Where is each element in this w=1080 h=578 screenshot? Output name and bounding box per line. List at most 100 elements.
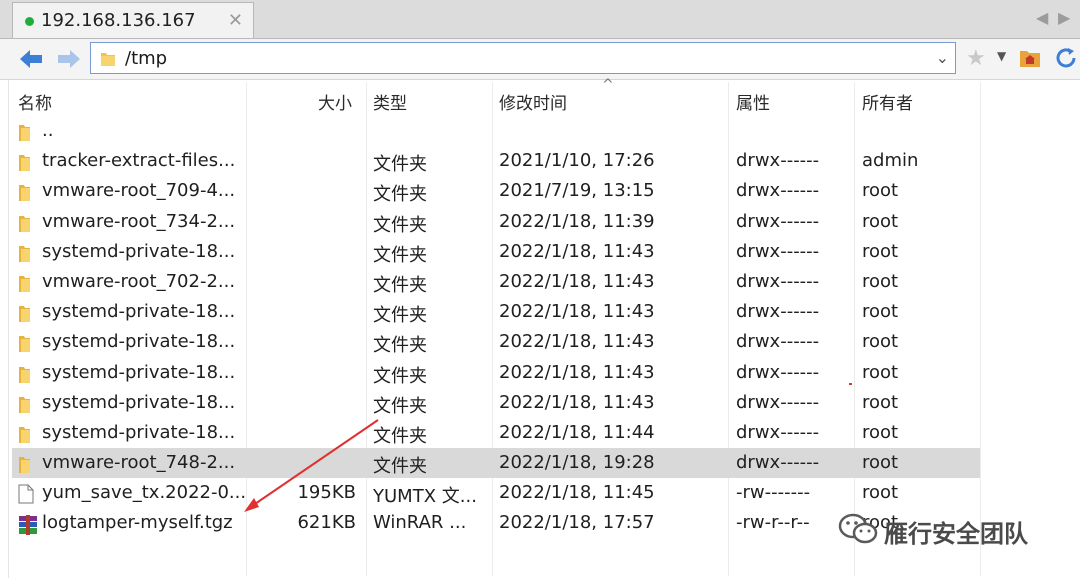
back-button[interactable] [16,44,46,74]
home-folder-button[interactable] [1018,46,1042,74]
file-row[interactable]: vmware-root_734-2... 文件夹 2022/1/18, 11:3… [12,207,980,237]
file-list: .. tracker-extract-files... 文件夹 2021/1/1… [12,116,980,539]
folder-icon [18,182,34,207]
file-row[interactable]: vmware-root_748-2... 文件夹 2022/1/18, 19:2… [12,448,980,479]
column-header-owner[interactable]: 所有者 [862,89,913,114]
folder-icon [18,394,34,419]
refresh-button[interactable] [1054,46,1078,74]
file-row[interactable]: .. [12,116,980,146]
file-attributes: drwx------ [736,361,820,383]
forward-button[interactable] [54,44,84,74]
file-modified: 2022/1/18, 11:43 [499,331,655,353]
file-modified: 2022/1/18, 11:39 [499,210,655,232]
file-attributes: drwx------ [736,301,820,323]
file-row[interactable]: vmware-root_709-4... 文件夹 2021/7/19, 13:1… [12,176,980,206]
column-header-attributes[interactable]: 属性 [736,89,770,114]
file-row[interactable]: systemd-private-18... 文件夹 2022/1/18, 11:… [12,297,980,327]
file-attributes: drwx------ [736,331,820,353]
bookmark-dropdown-icon[interactable]: ▼ [997,49,1006,63]
folder-icon [18,424,34,449]
file-owner: root [862,482,899,504]
file-row[interactable]: systemd-private-18... 文件夹 2022/1/18, 11:… [12,388,980,418]
file-modified: 2022/1/18, 19:28 [499,452,655,474]
file-name: vmware-root_748-2... [42,452,236,474]
file-owner: root [862,270,899,292]
folder-icon [18,122,34,147]
file-owner: root [862,180,899,202]
file-attributes: -rw------- [736,482,811,504]
file-type: 文件夹 [373,335,427,357]
address-bar[interactable]: /tmp ⌄ [90,42,956,74]
file-modified: 2022/1/18, 11:43 [499,270,655,292]
tab-strip: 192.168.136.167 ✕ ◀ ▶ [0,0,1080,39]
file-row[interactable]: tracker-extract-files... 文件夹 2021/1/10, … [12,146,980,176]
file-row[interactable]: systemd-private-18... 文件夹 2022/1/18, 11:… [12,327,980,357]
folder-icon [18,152,34,177]
column-header-type[interactable]: 类型 [373,89,407,114]
file-owner: root [862,391,899,413]
file-attributes: drwx------ [736,210,820,232]
wechat-logo-icon [838,512,878,552]
file-attributes: drwx------ [736,270,820,292]
file-type: 文件夹 [373,214,427,236]
file-owner: root [862,452,899,474]
file-size: 195KB [297,482,356,504]
column-header-modified[interactable]: 修改时间 [499,89,567,114]
file-modified: 2022/1/18, 11:43 [499,391,655,413]
file-owner: root [862,301,899,323]
file-row[interactable]: systemd-private-18... 文件夹 2022/1/18, 11:… [12,237,980,267]
file-row[interactable]: logtamper-myself.tgz 621KB WinRAR ... 20… [12,508,980,538]
file-type: 文件夹 [373,274,427,296]
address-dropdown-icon[interactable]: ⌄ [936,48,949,67]
file-modified: 2022/1/18, 11:43 [499,301,655,323]
folder-icon [18,333,34,358]
column-header-name[interactable]: 名称 [18,89,52,114]
bookmark-star-icon[interactable]: ★ [966,46,986,71]
tab-scroll-right-icon[interactable]: ▶ [1058,8,1070,27]
column-header-row: 名称 大小 类型 修改时间 属性 所有者 [0,80,1080,118]
file-row[interactable]: systemd-private-18... 文件夹 2022/1/18, 11:… [12,358,980,388]
file-row[interactable]: systemd-private-18... 文件夹 2022/1/18, 11:… [12,418,980,448]
file-modified: 2022/1/18, 11:44 [499,421,655,443]
file-icon [18,484,34,509]
folder-icon [18,273,34,298]
file-row[interactable]: vmware-root_702-2... 文件夹 2022/1/18, 11:4… [12,267,980,297]
file-row[interactable]: yum_save_tx.2022-0... 195KB YUMTX 文... 2… [12,478,980,508]
file-name: tracker-extract-files... [42,150,236,172]
file-size: 621KB [297,512,356,534]
file-attributes: drwx------ [736,421,820,443]
file-name: systemd-private-18... [42,391,236,413]
file-name: systemd-private-18... [42,421,236,443]
refresh-icon [1056,48,1076,68]
file-type: 文件夹 [373,184,427,206]
file-type: WinRAR ... [373,512,467,534]
tab-close-icon[interactable]: ✕ [228,10,243,31]
folder-icon [18,303,34,328]
tab-session[interactable]: 192.168.136.167 ✕ [12,2,254,38]
file-type: 文件夹 [373,395,427,417]
connected-status-dot-icon [25,17,34,26]
file-name: systemd-private-18... [42,301,236,323]
home-folder-icon [1020,51,1040,67]
watermark-text: 雁行安全团队 [884,520,1028,548]
file-owner: root [862,210,899,232]
current-path: /tmp [125,48,168,69]
column-header-size[interactable]: 大小 [318,89,352,114]
folder-icon [99,50,117,72]
file-name: logtamper-myself.tgz [42,512,233,534]
folder-icon [18,243,34,268]
file-modified: 2021/7/19, 13:15 [499,180,655,202]
file-owner: root [862,331,899,353]
file-name: yum_save_tx.2022-0... [42,482,247,504]
sort-ascending-icon: ^ [602,77,614,93]
left-pane-edge [0,80,9,578]
file-name: vmware-root_709-4... [42,180,236,202]
tab-scroll-left-icon[interactable]: ◀ [1036,8,1048,27]
file-attributes: drwx------ [736,452,820,474]
column-separator[interactable] [980,82,981,576]
file-type: 文件夹 [373,365,427,387]
file-type: 文件夹 [373,456,427,478]
file-modified: 2022/1/18, 11:45 [499,482,655,504]
file-attributes: drwx------ [736,240,820,262]
file-name: systemd-private-18... [42,240,236,262]
